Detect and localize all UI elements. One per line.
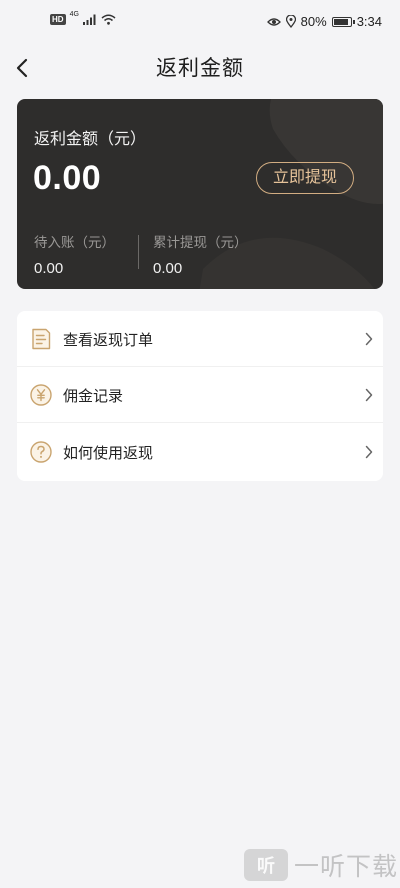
watermark-text: 一听下载 [294,853,399,881]
eye-icon [266,17,281,26]
pending-value: 0.00 [34,260,64,277]
menu-item-label: 查看返现订单 [63,332,154,349]
menu-item-cashback-orders[interactable]: 查看返现订单 [17,311,383,367]
menu-item-label: 佣金记录 [63,388,124,405]
balance-card: 返利金额（元） 0.00 立即提现 待入账（元） 0.00 累计提现（元） 0.… [17,99,383,289]
question-icon [30,441,52,463]
menu-separator [17,422,383,423]
menu-list: 查看返现订单 佣金记录 如何使用返现 [17,311,383,481]
rebate-amount-label: 返利金额（元） [34,131,147,148]
stat-divider [138,235,139,269]
signal-icon [82,14,96,25]
network-type: 4G [69,11,79,18]
menu-item-label: 如何使用返现 [63,445,154,462]
total-withdrawn-value: 0.00 [153,260,183,277]
total-withdrawn-stat: 累计提现（元） 0.00 [153,231,248,277]
menu-item-commission-records[interactable]: 佣金记录 [17,367,383,423]
status-right: 80% 3:34 [266,14,382,29]
chevron-right-icon [365,332,373,346]
watermark-logo: 听 [244,849,288,881]
chevron-right-icon [365,388,373,402]
location-icon [285,15,296,28]
pending-label: 待入账（元） [34,235,115,250]
nav-bar: 返利金额 [0,44,400,90]
pending-stat: 待入账（元） 0.00 [34,231,115,277]
status-bar: HD 4G 80% 3:34 [0,0,400,44]
status-left: HD 4G [50,11,116,25]
page-title: 返利金额 [156,57,244,80]
rebate-amount-value: 0.00 [33,159,102,197]
wifi-icon [101,14,116,25]
hd-badge: HD [50,14,66,25]
yen-coin-icon [30,384,52,406]
battery-percent: 80% [300,14,327,29]
watermark: 听 一听下载 [244,846,400,884]
clock: 3:34 [356,14,382,29]
order-list-icon [32,328,51,350]
chevron-right-icon [365,445,373,459]
battery-icon [331,16,355,27]
total-withdrawn-label: 累计提现（元） [153,235,248,250]
withdraw-now-button[interactable]: 立即提现 [256,162,354,194]
menu-item-how-to-use-cashback[interactable]: 如何使用返现 [17,424,383,480]
